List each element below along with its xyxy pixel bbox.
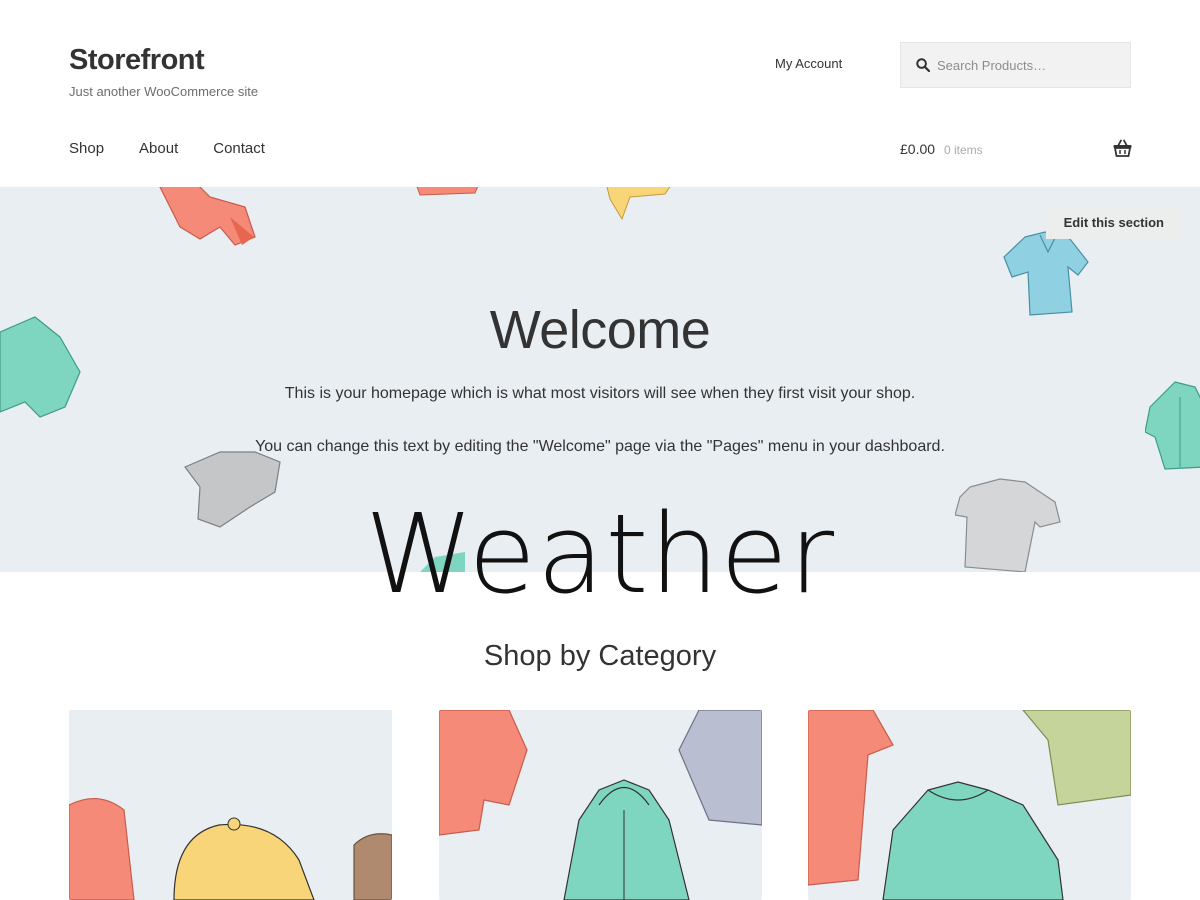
- nav-item-shop[interactable]: Shop: [69, 140, 104, 157]
- nav-item-about[interactable]: About: [139, 140, 178, 157]
- primary-nav: Shop About Contact: [69, 140, 265, 157]
- category-card-hoodies[interactable]: [439, 710, 762, 900]
- cap-illustration: [606, 187, 671, 221]
- cart-total[interactable]: £0.00: [900, 141, 935, 157]
- category-card-accessories[interactable]: [69, 710, 392, 900]
- category-card-tshirts[interactable]: [808, 710, 1131, 900]
- nav-item-contact[interactable]: Contact: [213, 140, 265, 157]
- weather-overlay-text: Weather: [364, 490, 836, 618]
- hoodies-illustration: [439, 710, 762, 900]
- category-section-title: Shop by Category: [483, 640, 717, 672]
- hats-illustration: [69, 798, 392, 900]
- hero-title: Welcome: [489, 300, 711, 360]
- shirt-illustration: [416, 187, 479, 196]
- cart-item-count[interactable]: 0 items: [944, 143, 983, 157]
- hoodie-illustration: [159, 187, 256, 246]
- search-icon: [916, 58, 930, 72]
- site-tagline: Just another WooCommerce site: [69, 84, 259, 99]
- my-account-link[interactable]: My Account: [775, 56, 842, 71]
- site-title[interactable]: Storefront: [69, 44, 205, 77]
- hero-text-line2: You can change this text by editing the …: [255, 438, 945, 455]
- tshirts-illustration: [808, 710, 1131, 900]
- edit-section-button[interactable]: Edit this section: [1045, 207, 1182, 239]
- basket-icon[interactable]: [1113, 139, 1132, 157]
- search-box[interactable]: [900, 42, 1131, 88]
- search-input[interactable]: [937, 43, 1127, 87]
- hero-text-line1: This is your homepage which is what most…: [284, 385, 916, 402]
